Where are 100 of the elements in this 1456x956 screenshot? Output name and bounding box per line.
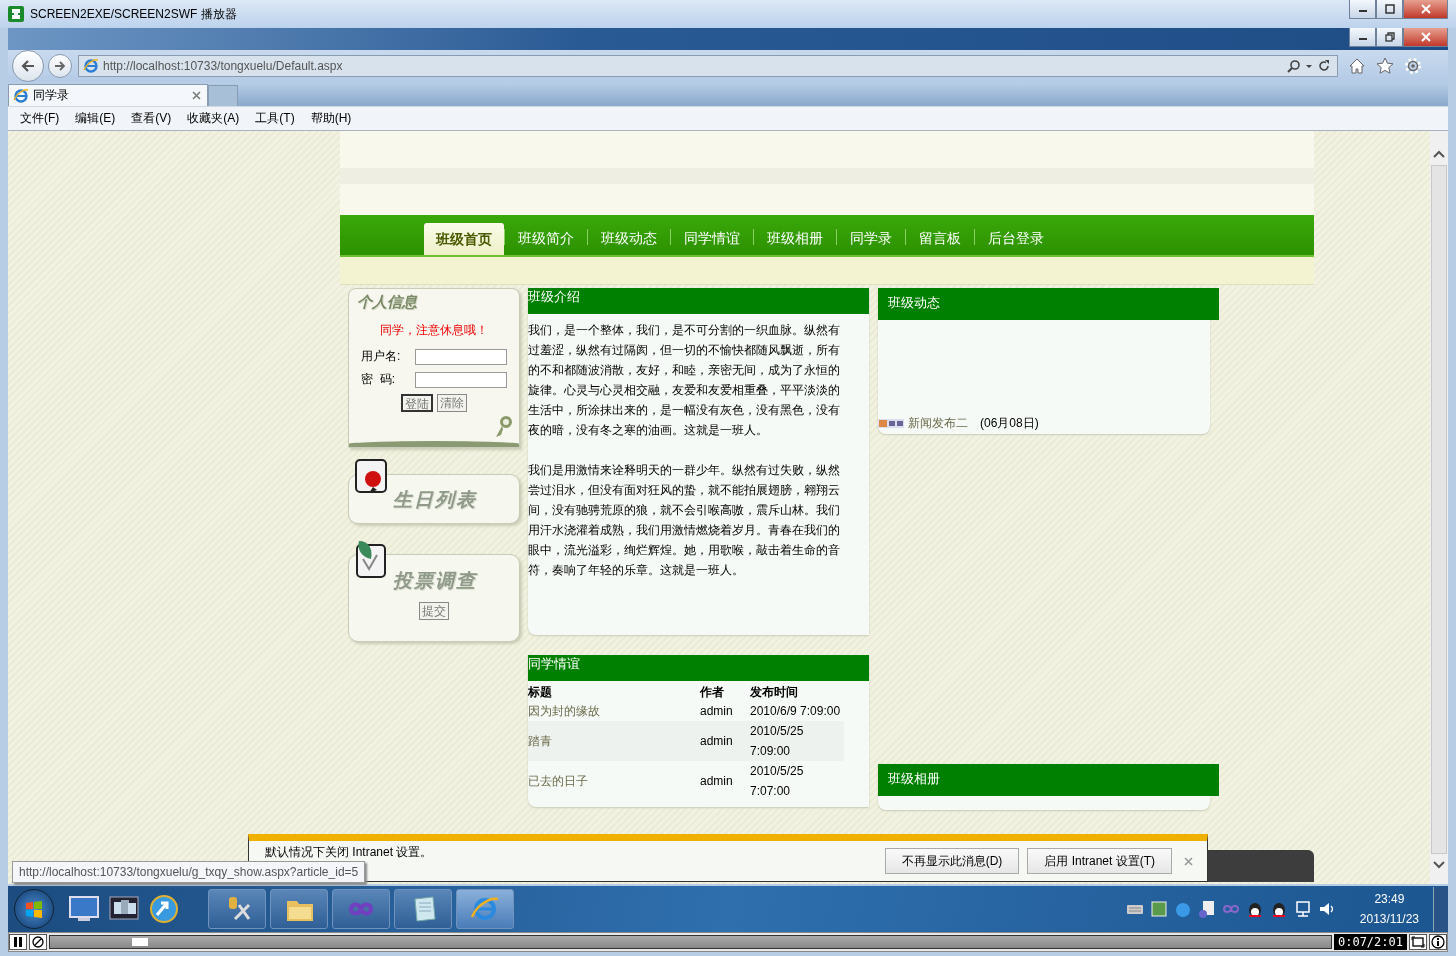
restore-icon	[1384, 32, 1395, 42]
ie-icon	[13, 87, 29, 104]
notification-button[interactable]: 不再显示此消息(D)	[884, 848, 1020, 874]
forward-arrow-icon	[53, 59, 67, 73]
close-button[interactable]	[1403, 0, 1448, 19]
table-cell: 2010/5/25 7:07:00	[750, 761, 844, 801]
fullscreen-button[interactable]	[1409, 934, 1427, 950]
table-cell: admin	[700, 721, 750, 761]
start-button[interactable]	[14, 889, 54, 929]
news-link[interactable]: 新闻发布二	[908, 414, 968, 432]
speaker-icon[interactable]	[1317, 900, 1336, 918]
article-link[interactable]: 已去的日子	[528, 761, 700, 801]
maximize-button[interactable]	[1376, 0, 1403, 19]
article-link[interactable]: 踏青	[528, 721, 700, 761]
menu-item[interactable]: 收藏夹(A)	[179, 110, 248, 127]
star-icon[interactable]	[1376, 57, 1394, 75]
input-field[interactable]	[415, 371, 507, 388]
column-header: 作者	[700, 681, 750, 701]
playback-time: 0:07/2:01	[1333, 934, 1407, 950]
info-icon	[1431, 935, 1445, 949]
notification-text: 默认情况下关闭 Intranet 设置。	[265, 844, 433, 861]
status-tooltip: http://localhost:10733/tongxuelu/g_txqy_show.aspx?article_id=5	[12, 861, 366, 883]
close-icon	[1184, 856, 1193, 866]
section-heading: 投票调查	[393, 568, 477, 593]
pause-button[interactable]	[9, 934, 27, 950]
minimize-button[interactable]	[1349, 0, 1376, 19]
panel-header: 班级动态	[878, 288, 1219, 320]
notification-button[interactable]: 启用 Intranet 设置(T)	[1027, 848, 1172, 874]
clock-time[interactable]: 23:49	[1374, 889, 1405, 909]
section-heading: 生日列表	[393, 488, 477, 512]
info-button[interactable]	[1429, 934, 1447, 950]
submit-button[interactable]: 提交	[419, 602, 449, 620]
stop-button[interactable]	[29, 934, 47, 950]
stop-icon	[32, 936, 44, 948]
menu-item[interactable]: 文件(F)	[12, 110, 68, 127]
chevron-up-icon	[1432, 149, 1446, 159]
field-label: 密 码:	[361, 371, 396, 388]
notice-text: 同学，注意休息哦！	[380, 322, 488, 339]
panel-header: 班级介绍	[528, 288, 869, 314]
login-button[interactable]: 登陆	[401, 394, 433, 412]
table-cell: admin	[700, 761, 750, 801]
search-icon	[1287, 59, 1301, 73]
clear-button[interactable]: 清除	[437, 394, 467, 412]
arrow-globe-icon[interactable]	[148, 893, 180, 925]
close-icon	[192, 91, 201, 100]
close-icon	[1420, 4, 1431, 14]
minimize-button[interactable]	[1349, 28, 1376, 47]
table-cell: 2010/5/25 7:09:00	[750, 721, 844, 761]
nav-tab[interactable]: 同学录	[837, 225, 905, 255]
input-field[interactable]	[415, 348, 507, 365]
window-title: SCREEN2EXE/SCREEN2SWF 播放器	[30, 5, 238, 23]
panel-header: 班级相册	[878, 764, 1219, 796]
refresh-icon	[1317, 59, 1331, 73]
forward-button[interactable]	[48, 54, 72, 78]
nav-tab[interactable]: 后台登录	[975, 225, 1057, 255]
ie-icon	[83, 58, 99, 74]
article-link[interactable]: 因为封的缘故	[528, 701, 700, 721]
nav-tab[interactable]: 班级首页	[424, 223, 504, 255]
taskbar-button[interactable]	[394, 889, 452, 929]
scrollbar[interactable]	[1430, 131, 1448, 884]
browser-tab[interactable]: 同学录	[8, 84, 208, 106]
nav-tab[interactable]: 留言板	[906, 225, 974, 255]
scrollbar-thumb[interactable]	[1431, 165, 1447, 854]
maximize-icon	[1384, 4, 1395, 14]
settings-icon[interactable]	[1404, 57, 1422, 75]
paragraph: 我们，是一个整体，我们，是不可分割的一织血脉。纵然有过羞涩，纵然有过隔阂，但一切的不愉快都随风飘逝，所有的不和都随波消散，友好，和睦，亲密无间，成为了永恒的旋律。心灵与心灵相交融，友爱和友爱相重叠，平平淡淡的生活中，所涂抹出来的，是一幅没有灰色，没有黑色，没有夜的暗，没有冬之寒的油画。这就是一班人。	[528, 322, 841, 439]
nav-tab[interactable]: 班级简介	[505, 225, 587, 255]
menu-item[interactable]: 查看(V)	[123, 110, 180, 127]
news-date: (06月08日)	[980, 414, 1039, 432]
address-field[interactable]: http://localhost:10733/tongxuelu/Default.aspx	[78, 55, 1338, 77]
nav-tab[interactable]: 同学情谊	[671, 225, 753, 255]
field-label: 用户名:	[361, 348, 402, 365]
cube-icon[interactable]	[1149, 900, 1168, 918]
fullscreen-icon	[1411, 936, 1425, 948]
table-cell: 2010/6/9 7:09:00	[750, 701, 844, 721]
table-cell: admin	[700, 701, 750, 721]
progress-thumb[interactable]	[132, 938, 149, 946]
restore-button[interactable]	[1376, 28, 1403, 47]
back-button[interactable]	[12, 50, 44, 82]
panel-header: 同学情谊	[528, 655, 869, 681]
column-header: 发布时间	[750, 684, 799, 701]
taskbar-button[interactable]	[208, 889, 266, 929]
taskbar-button[interactable]	[270, 889, 328, 929]
home-icon[interactable]	[1348, 57, 1366, 75]
pause-icon	[13, 936, 23, 948]
menu-item[interactable]: 帮助(H)	[302, 110, 360, 127]
chevron-down-icon	[1432, 860, 1446, 870]
windows-logo-icon	[24, 899, 44, 919]
close-button[interactable]	[1403, 28, 1448, 47]
column-header: 标题	[528, 681, 700, 701]
document-gear-icon[interactable]	[1197, 900, 1216, 918]
nav-tab[interactable]: 班级动态	[588, 225, 670, 255]
menu-item[interactable]: 编辑(E)	[67, 110, 124, 127]
app-icon	[8, 6, 24, 22]
section-heading: 个人信息	[357, 293, 417, 312]
menu-item[interactable]: 工具(T)	[247, 110, 303, 127]
new-badge-icon	[878, 418, 904, 428]
clock-date[interactable]: 2013/11/23	[1359, 909, 1419, 929]
nav-tab[interactable]: 班级相册	[754, 225, 836, 255]
paragraph: 我们是用激情来诠释明天的一群少年。纵然有过失败，纵然尝过泪水，但没有面对狂风的蛰，就不能拍展翅膀，翱翔云间，没有驰骋荒原的狼，就不会引喉高嗷，震斥山林。我们用汗水浇灌着成熟，我们用激情燃烧着岁月。青春在我们的眼中，流光溢彩，绚烂辉煌。她，用歌喉，敲击着生命的音符，奏响了年轻的乐章。这就是一班人。	[528, 462, 841, 579]
